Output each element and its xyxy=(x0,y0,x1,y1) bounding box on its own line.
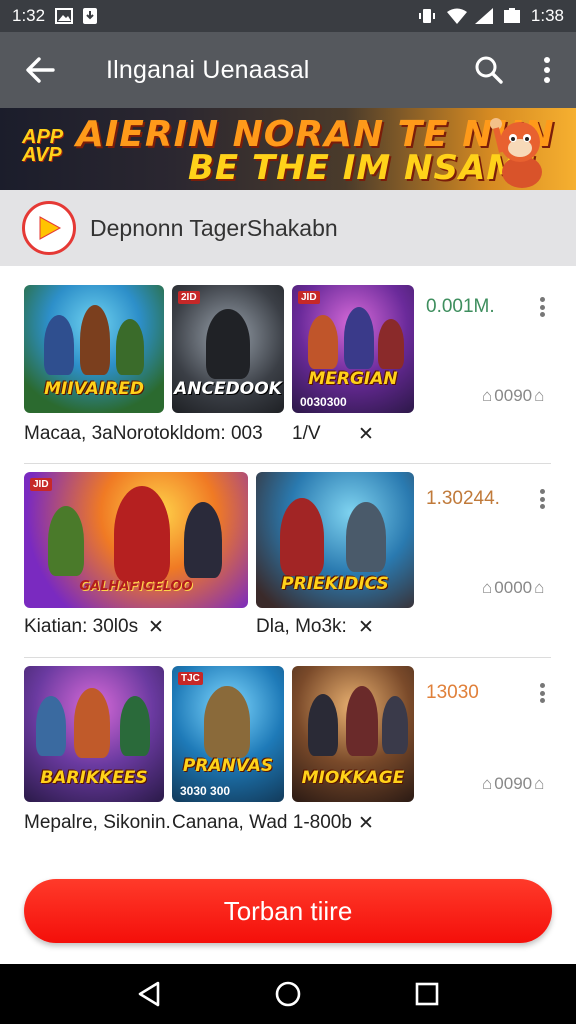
thumbnail-subtext: 0030300 xyxy=(300,395,347,409)
video-row-3: BARIKKEES TJC PRANVAS 3030 300 MIOKKAGE … xyxy=(0,658,576,848)
thumbnail-title: MIOKKAGE xyxy=(301,768,405,788)
view-count: ⌂ 0090 ⌂ xyxy=(482,386,545,405)
channel-name: Depnonn TagerShakabn xyxy=(90,214,338,241)
video-thumbnail[interactable]: PRIEKIDICS xyxy=(256,472,414,608)
thumbnail-title: PRIEKIDICS xyxy=(281,574,389,594)
row-overflow-button[interactable] xyxy=(532,486,552,512)
row-overflow-button[interactable] xyxy=(532,680,552,706)
promo-banner[interactable]: APP AVP AIERIN NORAN TE NUN BE THE IM NS… xyxy=(0,108,576,190)
video-row-1: MIIVAIRED 2ID ANCEDOOK JID MERGIAN 00303… xyxy=(0,266,576,464)
thumbnail-title: PRANVAS xyxy=(182,756,274,776)
battery-icon xyxy=(503,8,521,24)
video-count: 0.001M. xyxy=(426,296,495,317)
video-thumbnail[interactable]: 2ID ANCEDOOK xyxy=(172,285,284,413)
video-caption-secondary: 1/V xyxy=(292,423,321,444)
close-icon[interactable]: ✕ xyxy=(148,616,164,639)
primary-action-button[interactable]: Torban tiire xyxy=(24,879,552,943)
video-count: 13030 xyxy=(426,682,479,703)
thumbnail-tag: JID xyxy=(298,291,320,304)
video-count: 1.30244. xyxy=(426,488,500,509)
search-button[interactable] xyxy=(460,32,518,108)
view-count: ⌂ 0090 ⌂ xyxy=(482,774,545,793)
thumbnail-tag: 2ID xyxy=(178,291,200,304)
views-icon: ⌂ xyxy=(482,386,493,405)
thumbnail-tag: TJC xyxy=(178,672,203,685)
back-button[interactable] xyxy=(0,32,80,108)
video-thumbnail[interactable]: TJC PRANVAS 3030 300 xyxy=(172,666,284,802)
search-icon xyxy=(475,56,503,84)
recents-square-icon xyxy=(415,982,438,1006)
more-vert-icon xyxy=(544,57,550,83)
banner-logo: APP AVP xyxy=(22,126,64,166)
vibrate-icon xyxy=(418,8,437,24)
status-time-right: 1:38 xyxy=(530,6,564,25)
close-icon[interactable]: ✕ xyxy=(358,423,374,446)
views-icon: ⌂ xyxy=(482,578,493,597)
video-thumbnail[interactable]: JID MERGIAN 0030300 xyxy=(292,285,414,413)
thumbnail-title: MERGIAN xyxy=(308,369,398,389)
views-icon-end: ⌂ xyxy=(534,774,545,793)
status-time-left: 1:32 xyxy=(12,6,46,25)
thumbnail-tag: JID xyxy=(30,478,52,491)
status-bar: 1:32 1:38 xyxy=(0,0,576,32)
video-caption-secondary: Canana, Wad 1-800b xyxy=(172,812,352,833)
overflow-menu-button[interactable] xyxy=(518,32,576,108)
video-thumbnail[interactable]: BARIKKEES xyxy=(24,666,164,802)
triangle-back-icon xyxy=(139,981,160,1007)
signal-icon xyxy=(474,8,493,24)
video-row-2: JID GALHAFIGELOO PRIEKIDICS 1.30244. ⌂ 00… xyxy=(0,464,576,657)
video-thumbnail[interactable]: JID GALHAFIGELOO xyxy=(24,472,248,608)
views-icon-end: ⌂ xyxy=(534,578,545,597)
views-icon-end: ⌂ xyxy=(534,386,545,405)
nav-recents-button[interactable] xyxy=(407,974,447,1014)
nav-home-button[interactable] xyxy=(268,974,308,1014)
video-thumbnail[interactable]: MIOKKAGE xyxy=(292,666,414,802)
video-caption: Kiatian: 30l0s xyxy=(24,616,139,637)
wifi-icon xyxy=(446,8,467,24)
row-overflow-button[interactable] xyxy=(532,294,552,320)
home-circle-icon xyxy=(275,981,301,1007)
app-bar: Ilnganai Uenaasal xyxy=(0,32,576,108)
video-caption: Macaa, 3aNorotokldom: 003 xyxy=(24,423,263,444)
thumbnail-title: BARIKKEES xyxy=(40,768,148,788)
play-icon xyxy=(39,216,62,240)
view-count: ⌂ 0000 ⌂ xyxy=(482,578,545,597)
thumbnail-title: ANCEDOOK xyxy=(174,379,282,399)
arrow-back-icon xyxy=(26,57,55,83)
system-nav-bar xyxy=(0,964,576,1024)
channel-header[interactable]: Depnonn TagerShakabn xyxy=(0,190,576,266)
video-thumbnail[interactable]: MIIVAIRED xyxy=(24,285,164,413)
close-icon[interactable]: ✕ xyxy=(358,812,374,835)
channel-avatar xyxy=(22,201,76,255)
page-title: Ilnganai Uenaasal xyxy=(106,55,310,84)
video-caption-secondary: Dla, Mo3k: xyxy=(256,616,347,637)
thumbnail-title: GALHAFIGELOO xyxy=(79,579,193,594)
image-notification-icon xyxy=(55,8,74,24)
thumbnail-subtext: 3030 300 xyxy=(180,784,231,798)
mascot-illustration xyxy=(490,118,542,188)
thumbnail-title: MIIVAIRED xyxy=(44,379,144,399)
views-icon: ⌂ xyxy=(482,774,493,793)
close-icon[interactable]: ✕ xyxy=(358,616,374,639)
nav-back-button[interactable] xyxy=(129,974,169,1014)
video-caption: Mepalre, Sikonin. xyxy=(24,812,171,833)
download-notification-icon xyxy=(83,8,101,24)
